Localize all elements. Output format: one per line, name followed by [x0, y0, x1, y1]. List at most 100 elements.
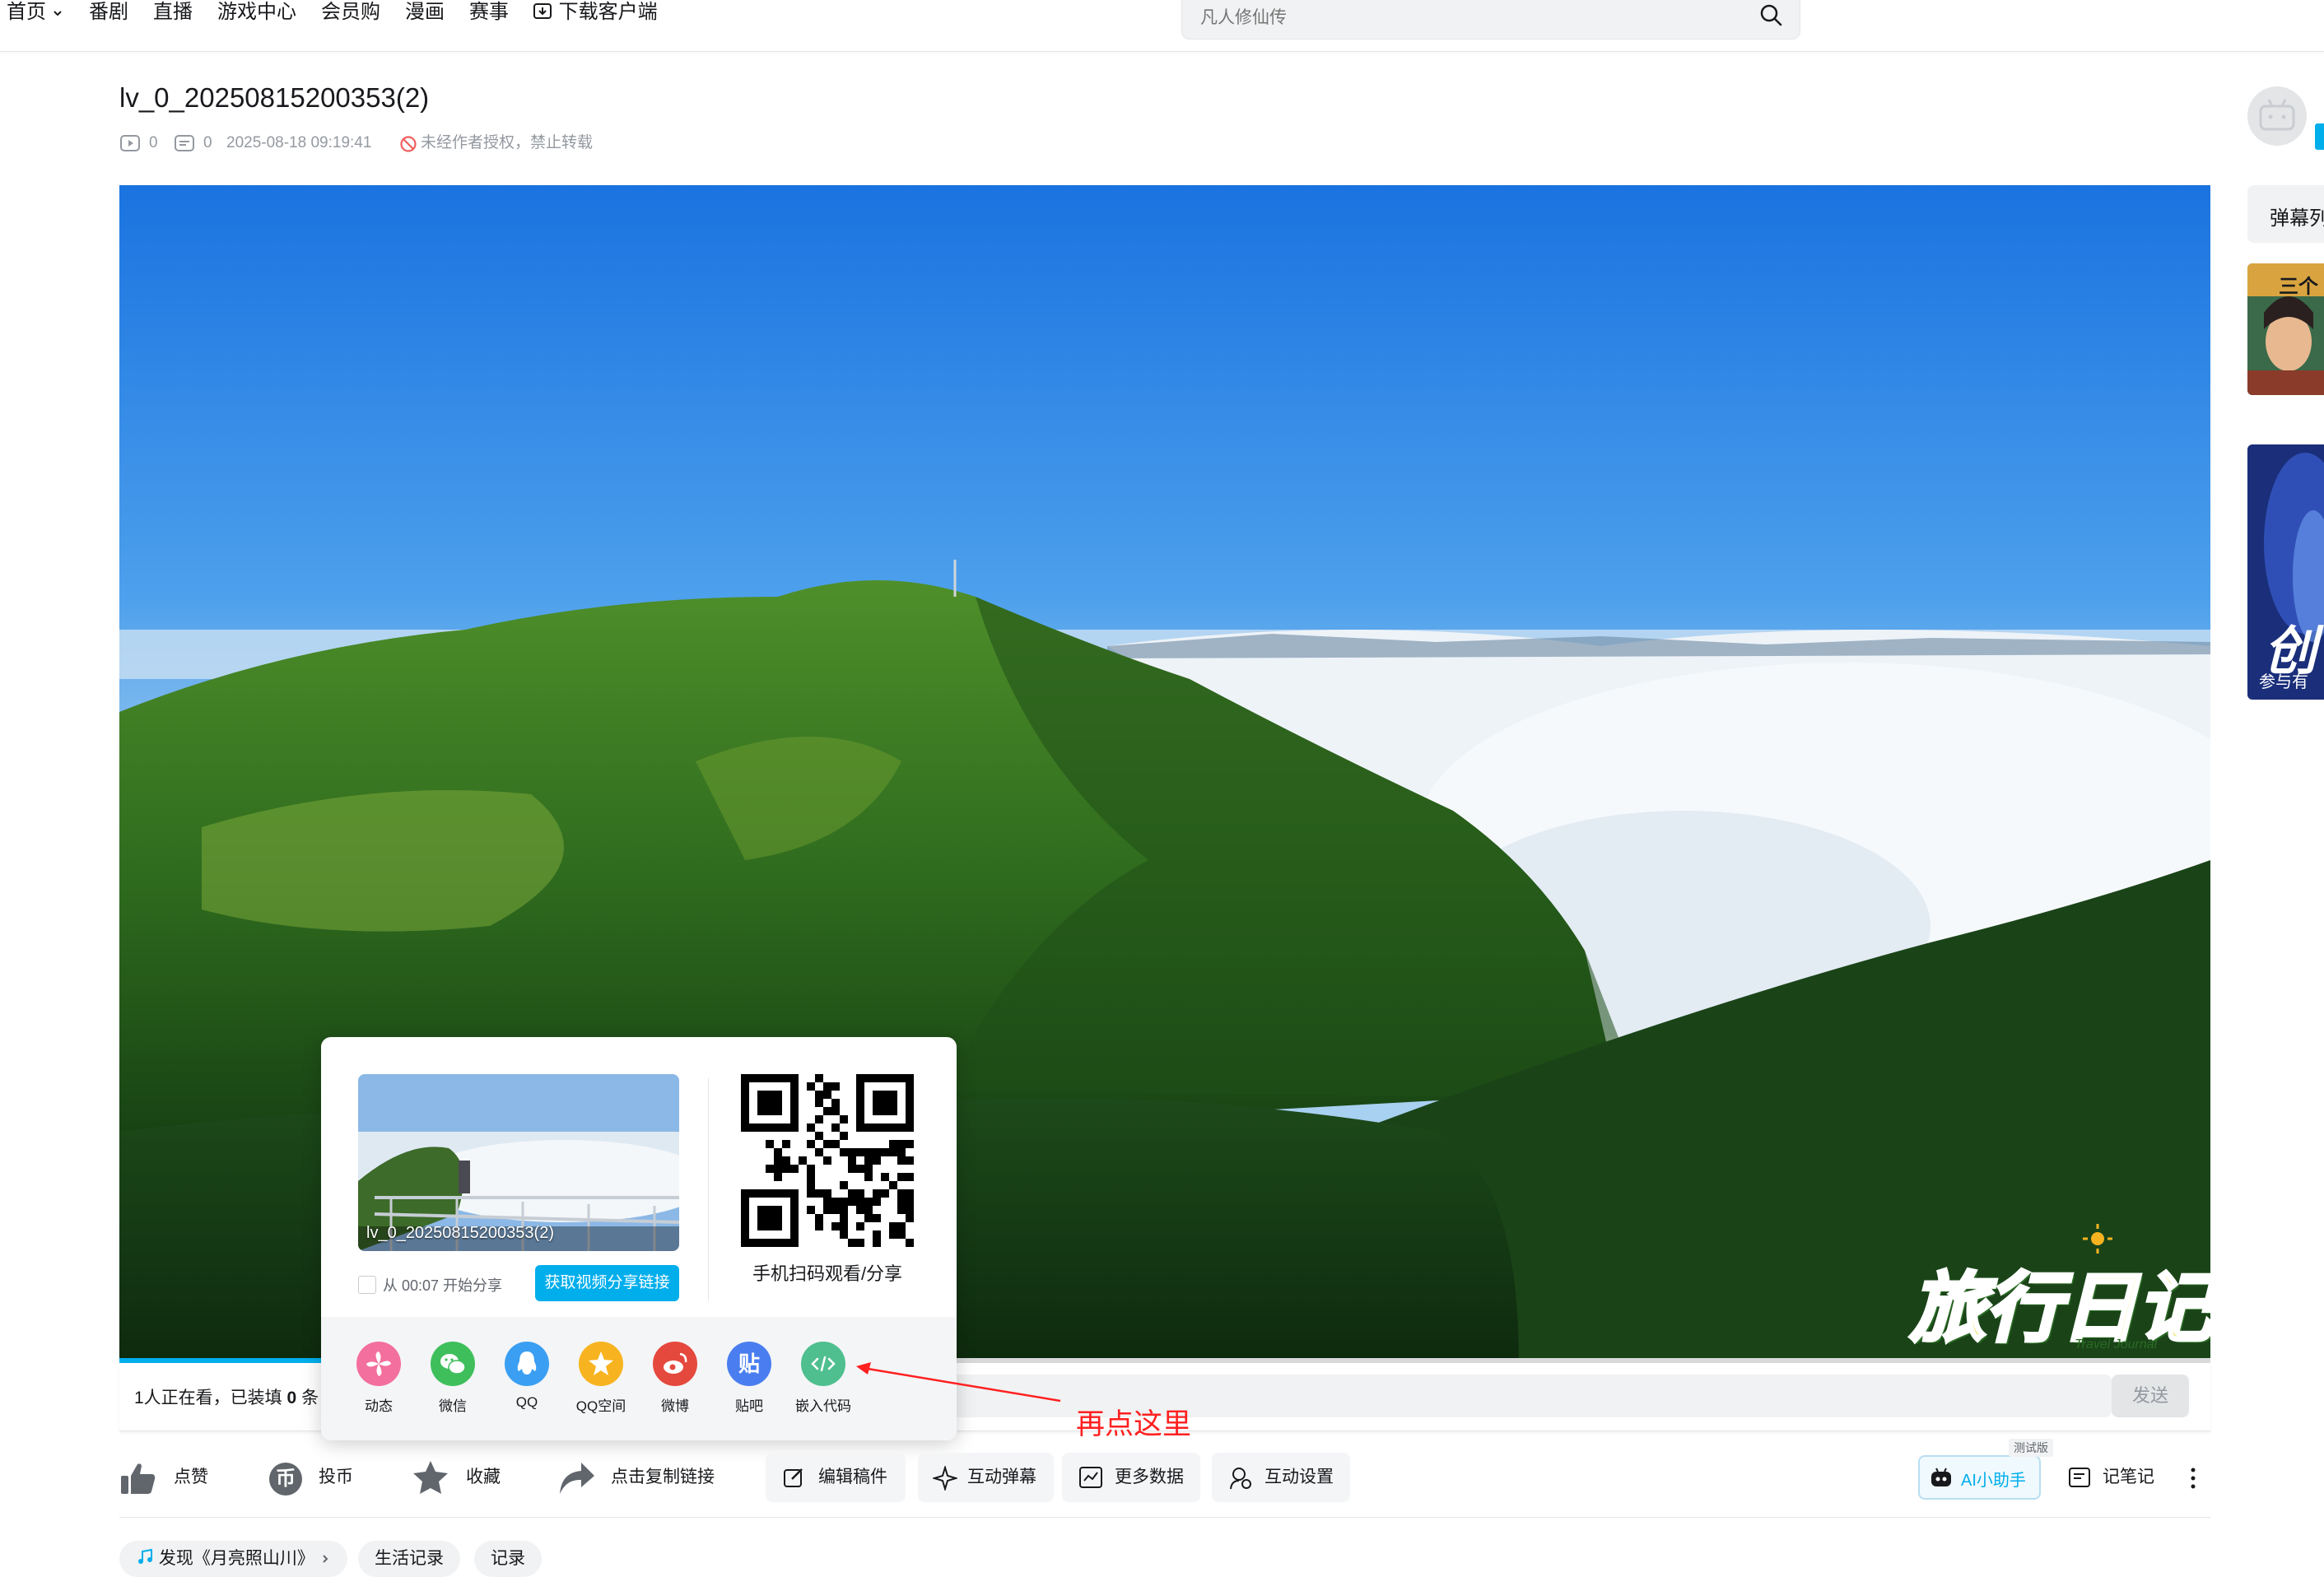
- chart-icon: [1079, 1467, 1102, 1488]
- more-data-label: 更多数据: [1115, 1468, 1184, 1486]
- nav-mall[interactable]: 会员购: [321, 0, 380, 25]
- annotation-text: 再点这里: [1076, 1408, 1192, 1440]
- nav-download-client[interactable]: 下载客户端: [532, 0, 658, 25]
- share-qq-button[interactable]: QQ: [498, 1342, 556, 1411]
- qr-caption: 手机扫码观看/分享: [752, 1263, 903, 1284]
- video-title: lv_0_20250815200353(2): [119, 82, 430, 113]
- nav-home[interactable]: 首页: [7, 0, 63, 25]
- thumbs-up-icon: [121, 1463, 156, 1494]
- nav-home-label: 首页: [7, 1, 46, 23]
- coin-button[interactable]: 币 投币: [268, 1453, 366, 1502]
- favorite-button[interactable]: 收藏: [412, 1453, 510, 1502]
- default-avatar-icon: [2259, 99, 2295, 131]
- send-danmaku-button[interactable]: 发送: [2112, 1375, 2189, 1417]
- search-input[interactable]: [1199, 4, 1737, 32]
- danmaku-list-label: 弹幕列: [2270, 207, 2324, 230]
- beta-badge: 测试版: [2009, 1439, 2053, 1457]
- thumbnail-title: lv_0_20250815200353(2): [366, 1224, 554, 1242]
- interactive-settings-label: 互动设置: [1264, 1468, 1334, 1486]
- copy-link-button[interactable]: 点击复制链接: [558, 1453, 723, 1502]
- recommend-card-2-subtitle: 参与有: [2259, 673, 2308, 691]
- loaded-danmaku-count: 0: [286, 1389, 297, 1407]
- tag-music-label: 发现《月亮照山川》: [158, 1549, 314, 1568]
- viewers-suffix: 条: [301, 1389, 319, 1407]
- share-from-time-checkbox[interactable]: [358, 1276, 376, 1294]
- copyright-notice: 未经作者授权，禁止转载: [421, 134, 594, 151]
- watermark-title: 旅行日记: [1908, 1262, 2210, 1354]
- top-nav: 首页 番剧 直播 游戏中心 会员购 漫画 赛事 下载客户端: [0, 0, 2324, 52]
- dynamic-icon: [356, 1342, 401, 1386]
- more-data-button[interactable]: 更多数据: [1062, 1453, 1200, 1502]
- take-notes-button[interactable]: 记笔记: [2068, 1453, 2167, 1502]
- like-label: 点赞: [174, 1468, 208, 1486]
- share-wechat-button[interactable]: 微信: [424, 1342, 482, 1415]
- more-vertical-icon: [2191, 1468, 2196, 1489]
- share-thumbnail: lv_0_20250815200353(2): [358, 1074, 679, 1251]
- notes-icon: [2069, 1468, 2090, 1487]
- wechat-icon: [431, 1342, 475, 1386]
- viewers-text: 1人正在看，已装填: [134, 1389, 282, 1407]
- interactive-danmaku-button[interactable]: 互动弹幕: [918, 1453, 1054, 1502]
- annotation-arrow: [856, 1362, 1061, 1403]
- coin-glyph: 币: [276, 1468, 296, 1490]
- share-wechat-label: 微信: [439, 1398, 467, 1414]
- weibo-icon: [653, 1342, 697, 1386]
- recommend-card-1[interactable]: 三个: [2247, 263, 2324, 395]
- nav-bangumi[interactable]: 番剧: [89, 0, 128, 25]
- nav-game-center[interactable]: 游戏中心: [217, 0, 296, 25]
- danmaku-count: 0: [203, 134, 212, 151]
- chevron-right-icon: [322, 1555, 328, 1563]
- share-qzone-button[interactable]: QQ空间: [572, 1342, 630, 1415]
- coin-label: 投币: [319, 1468, 353, 1486]
- play-count-icon: [120, 135, 140, 151]
- tag-record[interactable]: 记录: [474, 1541, 542, 1577]
- qq-icon: [505, 1342, 549, 1386]
- share-embed-code-label: 嵌入代码: [795, 1398, 851, 1414]
- nav-live[interactable]: 直播: [153, 0, 193, 25]
- share-weibo-button[interactable]: 微博: [646, 1342, 704, 1415]
- avatar[interactable]: [2247, 86, 2307, 146]
- recommend-card-2[interactable]: 创 参与有: [2247, 444, 2324, 700]
- search-icon[interactable]: [1758, 2, 1783, 27]
- interactive-danmaku-label: 互动弹幕: [967, 1468, 1036, 1486]
- like-button[interactable]: 点赞: [119, 1453, 218, 1502]
- edit-manuscript-button[interactable]: 编辑稿件: [766, 1453, 906, 1502]
- share-qq-label: QQ: [515, 1394, 538, 1410]
- interactive-settings-button[interactable]: 互动设置: [1212, 1453, 1350, 1502]
- tag-music[interactable]: 发现《月亮照山川》: [119, 1541, 347, 1577]
- share-tieba-button[interactable]: 贴 贴吧: [720, 1342, 778, 1415]
- qr-code: [741, 1074, 914, 1247]
- sparkle-icon: [933, 1466, 957, 1491]
- share-embed-code-button[interactable]: 嵌入代码: [794, 1342, 852, 1415]
- share-from-time-label: 从 00:07 开始分享: [383, 1277, 503, 1294]
- ai-assistant-button[interactable]: AI小助手: [1918, 1455, 2041, 1500]
- robot-icon: [1931, 1468, 1951, 1486]
- publish-date: 2025-08-18 09:19:41: [226, 134, 372, 151]
- edit-icon: [784, 1468, 803, 1487]
- nav-manga[interactable]: 漫画: [405, 0, 445, 25]
- play-count: 0: [149, 134, 158, 151]
- nav-esports[interactable]: 赛事: [469, 0, 509, 25]
- qzone-icon: [579, 1342, 623, 1386]
- copy-link-label: 点击复制链接: [611, 1468, 715, 1486]
- notes-label: 记笔记: [2103, 1468, 2154, 1486]
- danmaku-count-icon: [175, 135, 194, 151]
- share-tieba-label: 贴吧: [735, 1398, 763, 1414]
- share-dynamic-button[interactable]: 动态: [350, 1342, 408, 1415]
- get-share-link-button[interactable]: 获取视频分享链接: [535, 1265, 679, 1301]
- share-weibo-label: 微博: [661, 1398, 689, 1414]
- share-divider: [708, 1078, 709, 1300]
- danmaku-list-tab[interactable]: 弹幕列: [2247, 185, 2324, 243]
- recommend-card-1-text: 三个: [2279, 276, 2318, 298]
- viewers-info: 1人正在看，已装填 0 条: [134, 1384, 319, 1409]
- settings-person-icon: [1230, 1468, 1251, 1490]
- tag-life-record[interactable]: 生活记录: [358, 1541, 460, 1577]
- search-box: [1181, 0, 1800, 40]
- sidebar-accent: [2315, 123, 2324, 150]
- more-options-button[interactable]: [2187, 1453, 2203, 1502]
- video-watermark: 旅行日记 Travel Journal: [1908, 1224, 2210, 1356]
- watermark-subtitle: Travel Journal: [2075, 1337, 2158, 1351]
- embed-code-icon: [801, 1342, 845, 1386]
- sun-icon: [2083, 1224, 2112, 1254]
- music-note-icon: [138, 1548, 152, 1564]
